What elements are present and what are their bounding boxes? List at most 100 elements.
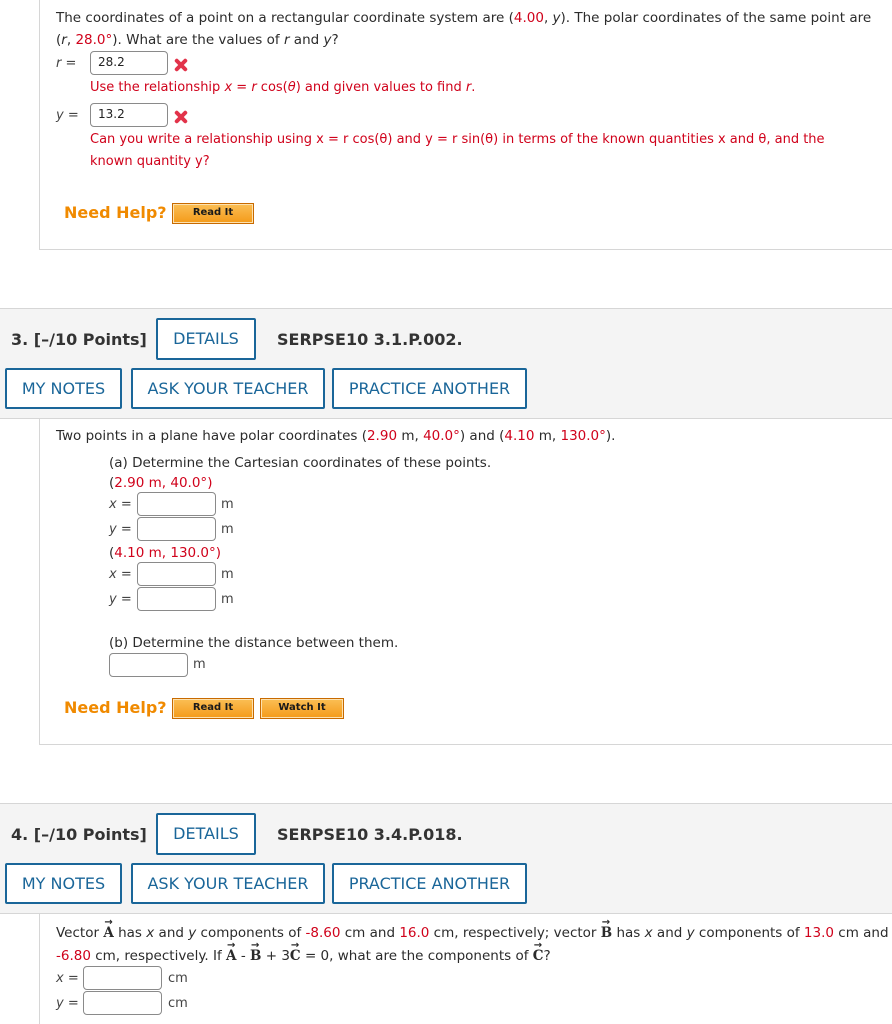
q4-value: -8.60 [305, 925, 341, 941]
unit-label: m [193, 657, 206, 672]
q3-text-part: Two points in a plane have polar coordin… [56, 428, 367, 444]
hint-x: x [224, 80, 233, 95]
pt-value: ) [207, 475, 213, 491]
cy-label: y = [56, 996, 79, 1011]
vector-c: C [290, 934, 301, 968]
q4-value: -6.80 [56, 948, 91, 964]
unit-label: cm [168, 996, 188, 1011]
r-hint: Use the relationship x = r cos(θ) and gi… [90, 77, 475, 99]
y-label: y = [56, 108, 79, 123]
header-top-border [0, 308, 892, 309]
part-b-prompt: (b) Determine the distance between them. [109, 635, 399, 651]
panel-left-border [39, 0, 40, 250]
question-3-number: 3. [–/10 Points] [11, 330, 147, 349]
details-button[interactable]: DETAILS [156, 813, 256, 855]
r-answer-input[interactable]: 28.2 [90, 51, 168, 75]
read-it-button[interactable]: Read It [172, 203, 254, 224]
cx-answer-input[interactable] [83, 966, 162, 990]
q4-text-part: ? [543, 948, 551, 964]
question-4-code: SERPSE10 3.4.P.018. [277, 825, 463, 844]
part-a-prompt: (a) Determine the Cartesian coordinates … [109, 455, 492, 471]
q3-text-part: m, [534, 428, 561, 444]
vector-a: A [103, 911, 113, 945]
x1-answer-input[interactable] [137, 492, 216, 516]
q4-text-part: - [236, 948, 250, 964]
y-answer-input[interactable]: 13.2 [90, 103, 168, 127]
y1-answer-input[interactable] [137, 517, 216, 541]
q4-text-part: cm and [833, 925, 889, 941]
details-button[interactable]: DETAILS [156, 318, 256, 360]
ask-teacher-button[interactable]: ASK YOUR TEACHER [131, 368, 325, 409]
q2-text-part: and [289, 32, 324, 48]
panel-left-border [39, 419, 40, 745]
cy-answer-input[interactable] [83, 991, 162, 1015]
q4-value: 13.0 [803, 925, 834, 941]
q2-text-part: ). What are the values of [112, 32, 284, 48]
q2-text-part: The coordinates of a point on a rectangu… [56, 10, 514, 26]
header-bottom-border [0, 913, 892, 914]
my-notes-button[interactable]: MY NOTES [5, 863, 122, 904]
pt-value: 4.10 [114, 545, 145, 561]
hint-text: cos( [256, 80, 288, 95]
x2-answer-input[interactable] [137, 562, 216, 586]
q2-theta-value: 28.0° [75, 32, 113, 48]
y1-label: y = [109, 522, 132, 537]
q2-text-part: , [543, 10, 553, 26]
need-help-label: Need Help? [64, 698, 167, 717]
need-help-label: Need Help? [64, 203, 167, 222]
y2-label: y = [109, 592, 132, 607]
q2-y-var: y [552, 10, 561, 26]
unit-label: m [221, 567, 234, 582]
q4-text-part: cm, respectively; vector [429, 925, 601, 941]
distance-answer-input[interactable] [109, 653, 188, 677]
vector-c: C [533, 934, 544, 968]
q4-x-var: x [644, 925, 653, 941]
q2-text-part: ? [331, 32, 339, 48]
unit-label: cm [168, 971, 188, 986]
q3-value: 40.0° [423, 428, 460, 444]
hint-text: = [232, 80, 252, 95]
read-it-button[interactable]: Read It [172, 698, 254, 719]
practice-another-button[interactable]: PRACTICE ANOTHER [332, 368, 527, 409]
unit-label: m [221, 497, 234, 512]
q2-text-part: ). The polar coordinates of the same poi… [560, 10, 872, 26]
unit-label: m [221, 522, 234, 537]
q3-value: 2.90 [366, 428, 398, 444]
point-1-label: (2.90 m, 40.0°) [109, 472, 212, 494]
hint-text: Use the relationship [90, 80, 225, 95]
ask-teacher-button[interactable]: ASK YOUR TEACHER [131, 863, 325, 904]
cx-label: x = [56, 971, 79, 986]
y2-answer-input[interactable] [137, 587, 216, 611]
q4-text-part: + 3 [261, 948, 290, 964]
q4-text-part: components of [694, 925, 804, 941]
q4-text-part: and [652, 925, 687, 941]
incorrect-icon [174, 58, 188, 72]
question-3-text: Two points in a plane have polar coordin… [56, 425, 615, 447]
hint-theta: θ [287, 80, 296, 95]
pt-value: m, [144, 475, 171, 491]
practice-another-button[interactable]: PRACTICE ANOTHER [332, 863, 527, 904]
pt-value: 40.0° [170, 475, 208, 491]
y-hint: Can you write a relationship using x = r… [90, 129, 885, 173]
hint-text: . [471, 80, 476, 95]
x1-label: x = [109, 497, 132, 512]
vector-b: B [250, 934, 261, 968]
header-bottom-border [0, 418, 892, 419]
q3-value: 4.10 [504, 428, 535, 444]
question-3-code: SERPSE10 3.1.P.002. [277, 330, 463, 349]
hint-line: Can you write a relationship using x = r… [90, 132, 825, 147]
pt-value: 130.0° [170, 545, 216, 561]
q4-text-part: has [113, 925, 147, 941]
question-4-number: 4. [–/10 Points] [11, 825, 147, 844]
panel-bottom-border [39, 249, 892, 250]
my-notes-button[interactable]: MY NOTES [5, 368, 122, 409]
question-2-text: The coordinates of a point on a rectangu… [56, 7, 886, 51]
watch-it-button[interactable]: Watch It [260, 698, 344, 719]
q2-x-value: 4.00 [513, 10, 544, 26]
q4-value: 16.0 [399, 925, 430, 941]
q4-text-part: cm and [340, 925, 400, 941]
incorrect-icon [174, 110, 188, 124]
x2-label: x = [109, 567, 132, 582]
q3-value: 130.0° [560, 428, 606, 444]
unit-label: m [221, 592, 234, 607]
